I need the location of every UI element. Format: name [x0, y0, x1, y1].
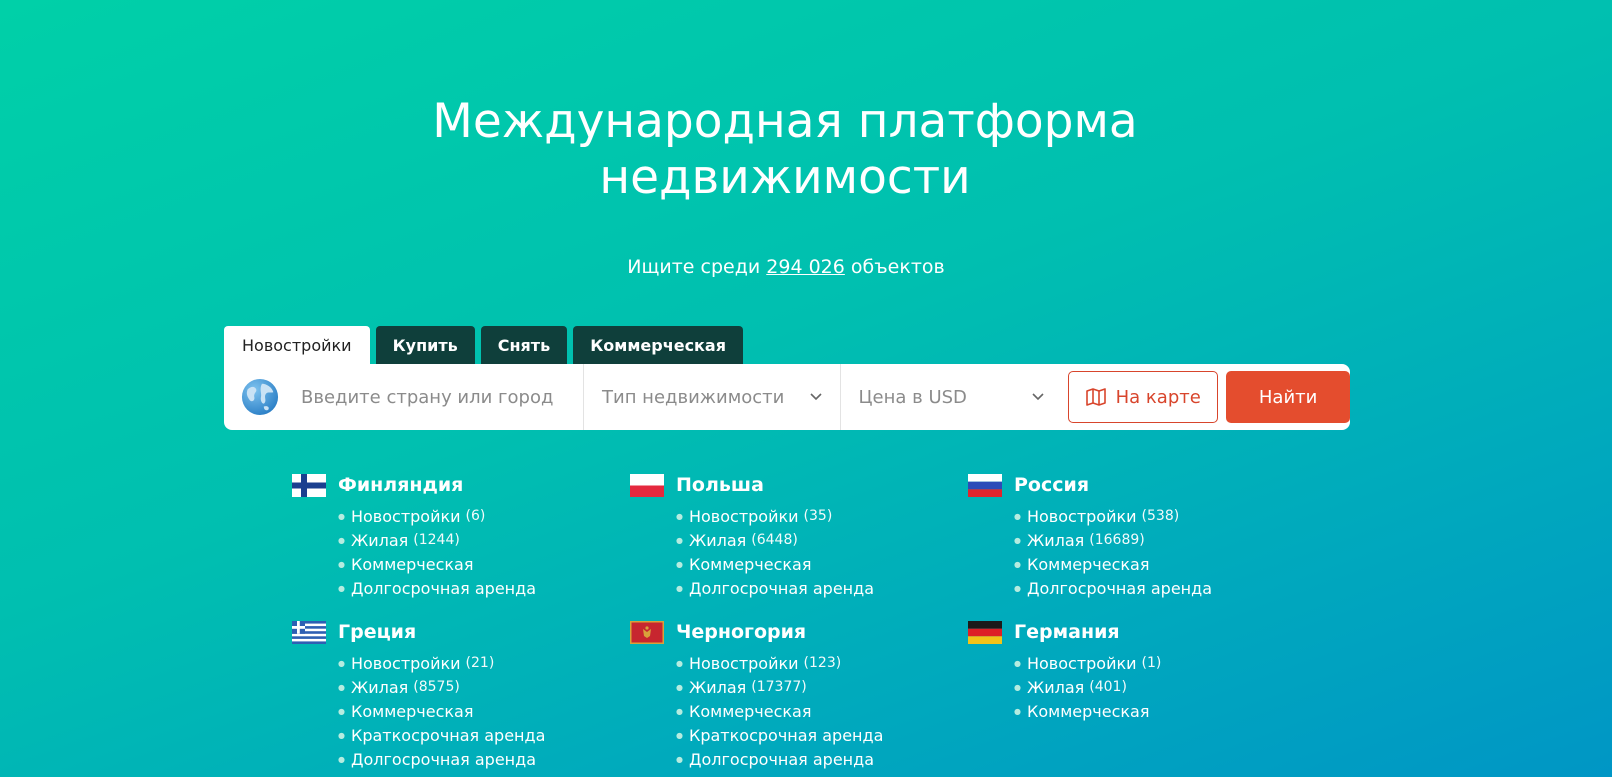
search-tabs: Новостройки Купить Снять Коммерческая: [224, 326, 743, 364]
map-icon: [1085, 388, 1106, 406]
find-button[interactable]: Найти: [1226, 371, 1350, 423]
country-name[interactable]: Россия: [1014, 474, 1089, 496]
list-item[interactable]: ● Краткосрочная аренда: [338, 723, 612, 747]
list-item[interactable]: ● Долгосрочная аренда: [338, 576, 612, 600]
country-name[interactable]: Черногория: [676, 621, 806, 643]
property-type-label: Тип недвижимости: [602, 386, 785, 408]
list-item[interactable]: ● Новостройки (6): [338, 504, 612, 528]
subtitle-suffix: объектов: [850, 256, 945, 278]
hero-title-line-1: Международная платформа: [432, 94, 1138, 149]
country-poland: Польша ● Новостройки (35) ● Жилая (6448) ● Ко…: [630, 472, 950, 600]
list-item[interactable]: ● Жилая (17377): [676, 675, 950, 699]
russia-flag-icon: [968, 473, 1002, 497]
list-item[interactable]: ● Коммерческая: [338, 552, 612, 576]
country-name[interactable]: Польша: [676, 474, 764, 496]
list-item[interactable]: ● Коммерческая: [676, 552, 950, 576]
list-item[interactable]: ● Жилая (1244): [338, 528, 612, 552]
montenegro-flag-icon: [630, 620, 664, 644]
hero-subtitle: Ищите среди 294 026 объектов: [0, 256, 1572, 278]
list-item[interactable]: ● Коммерческая: [1014, 699, 1288, 723]
list-item[interactable]: ● Долгосрочная аренда: [338, 747, 612, 771]
country-russia: Россия ● Новостройки (538) ● Жилая (16689) ●…: [968, 472, 1288, 600]
tab-commercial[interactable]: Коммерческая: [573, 326, 743, 364]
countries-list: Финляндия ● Новостройки (6) ● Жилая (1244) ●…: [292, 472, 1292, 777]
list-item[interactable]: ● Новостройки (538): [1014, 504, 1288, 528]
country-montenegro: Черногория ● Новостройки (123) ● Жилая (1737…: [630, 619, 950, 771]
country-greece: Греция ● Новостройки (21) ● Жилая (8575) ● Ко…: [292, 619, 612, 771]
list-item[interactable]: ● Новостройки (123): [676, 651, 950, 675]
city-search-input[interactable]: [299, 385, 583, 409]
germany-flag-icon: [968, 620, 1002, 644]
list-item[interactable]: ● Жилая (16689): [1014, 528, 1288, 552]
list-item[interactable]: ● Новостройки (35): [676, 504, 950, 528]
price-select[interactable]: Цена в USD: [841, 364, 1063, 430]
subtitle-prefix: Ищите среди: [627, 256, 761, 278]
country-name[interactable]: Греция: [338, 621, 416, 643]
chevron-down-icon: [809, 393, 822, 401]
list-item[interactable]: ● Жилая (8575): [338, 675, 612, 699]
country-name[interactable]: Германия: [1014, 621, 1120, 643]
finland-flag-icon: [292, 473, 326, 497]
list-item[interactable]: ● Коммерческая: [676, 699, 950, 723]
country-name[interactable]: Финляндия: [338, 474, 463, 496]
hero-title-line-2: недвижимости: [599, 150, 971, 205]
poland-flag-icon: [630, 473, 664, 497]
list-item[interactable]: ● Долгосрочная аренда: [676, 576, 950, 600]
tab-rent[interactable]: Снять: [480, 326, 568, 364]
list-item[interactable]: ● Жилая (6448): [676, 528, 950, 552]
list-item[interactable]: ● Коммерческая: [338, 699, 612, 723]
list-item[interactable]: ● Краткосрочная аренда: [676, 723, 950, 747]
tab-new-buildings[interactable]: Новостройки: [224, 326, 370, 364]
list-item[interactable]: ● Коммерческая: [1014, 552, 1288, 576]
list-item[interactable]: ● Долгосрочная аренда: [676, 747, 950, 771]
chevron-down-icon: [1032, 393, 1044, 401]
objects-count-link[interactable]: 294 026: [766, 256, 845, 278]
country-germany: Германия ● Новостройки (1) ● Жилая (401) ● Ко…: [968, 619, 1288, 723]
list-item[interactable]: ● Новостройки (1): [1014, 651, 1288, 675]
country-finland: Финляндия ● Новостройки (6) ● Жилая (1244) ●…: [292, 472, 612, 600]
globe-icon: [241, 378, 279, 416]
map-button-label: На карте: [1115, 386, 1201, 408]
map-button[interactable]: На карте: [1068, 371, 1219, 423]
search-bar: Тип недвижимости Цена в USD На карте Най…: [224, 364, 1350, 430]
property-type-select[interactable]: Тип недвижимости: [584, 364, 841, 430]
list-item[interactable]: ● Новостройки (21): [338, 651, 612, 675]
price-label: Цена в USD: [858, 386, 967, 408]
list-item[interactable]: ● Долгосрочная аренда: [1014, 576, 1288, 600]
city-field-wrapper: [224, 364, 584, 430]
greece-flag-icon: [292, 620, 326, 644]
hero-title: Международная платформа недвижимости: [0, 94, 1570, 206]
list-item[interactable]: ● Жилая (401): [1014, 675, 1288, 699]
tab-buy[interactable]: Купить: [375, 326, 475, 364]
